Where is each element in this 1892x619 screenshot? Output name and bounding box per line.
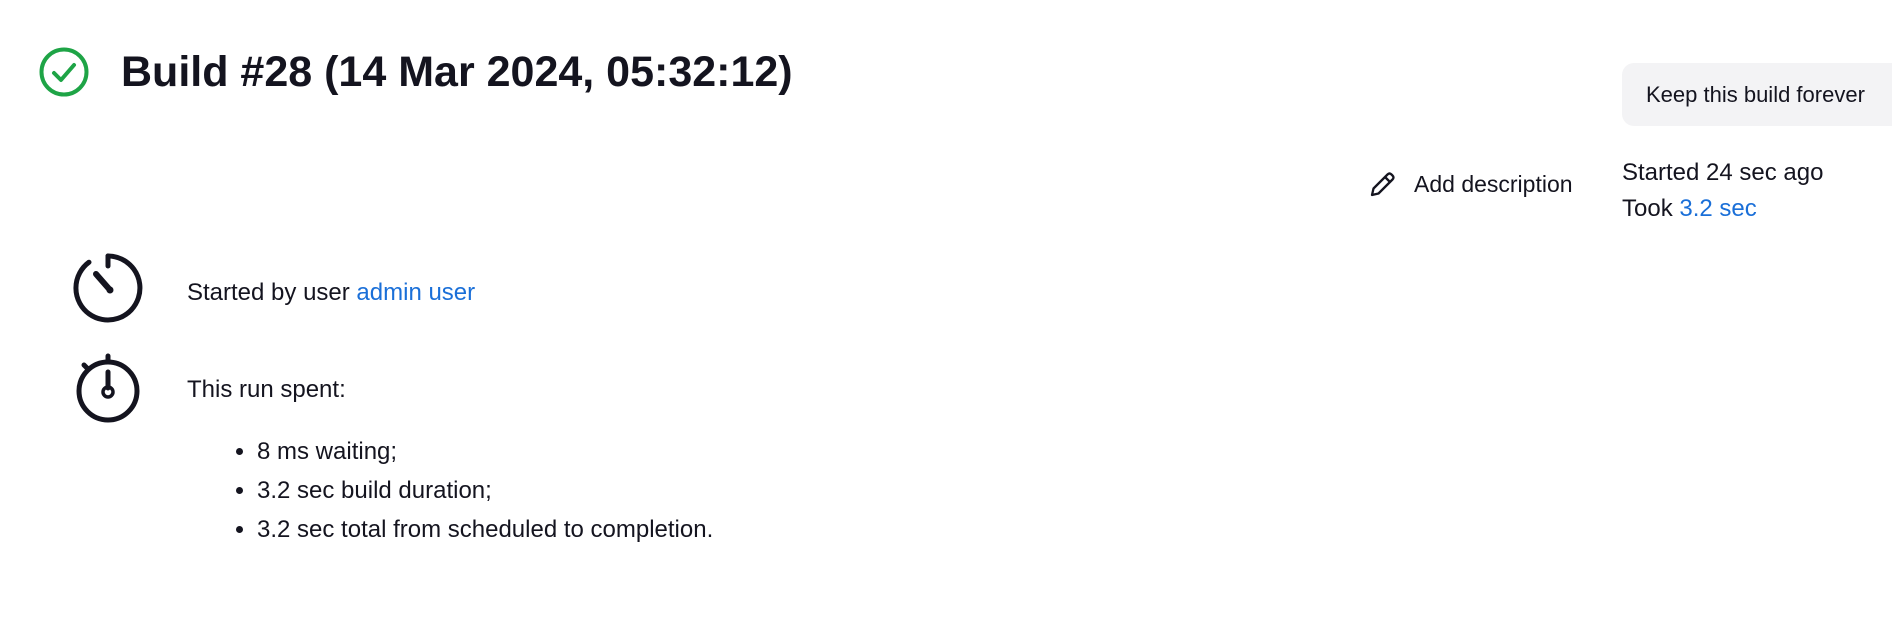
build-started-time: Started 24 sec ago (1622, 159, 1824, 186)
page-title: Build #28 (14 Mar 2024, 05:32:12) (121, 48, 793, 96)
keep-build-forever-button[interactable]: Keep this build forever (1622, 63, 1892, 126)
build-duration: Took 3.2 sec (1622, 191, 1757, 227)
pencil-icon (1368, 169, 1398, 199)
add-description-button[interactable]: Add description (1368, 166, 1573, 202)
cause-prefix: Started by user (187, 279, 357, 306)
stopwatch-icon (72, 352, 144, 424)
cause-gauge-icon (72, 252, 144, 324)
list-item: 8 ms waiting; (257, 432, 713, 471)
user-link[interactable]: admin user (356, 279, 475, 306)
build-cause: Started by user admin user (187, 275, 475, 311)
success-check-circle-icon (38, 46, 90, 98)
took-prefix: Took (1622, 195, 1680, 222)
build-duration-link[interactable]: 3.2 sec (1679, 195, 1756, 222)
list-item: 3.2 sec total from scheduled to completi… (257, 510, 713, 549)
run-spent-list: 8 ms waiting; 3.2 sec build duration; 3.… (232, 432, 713, 549)
run-spent-heading: This run spent: (187, 376, 346, 403)
list-item: 3.2 sec build duration; (257, 471, 713, 510)
add-description-label: Add description (1414, 170, 1573, 197)
